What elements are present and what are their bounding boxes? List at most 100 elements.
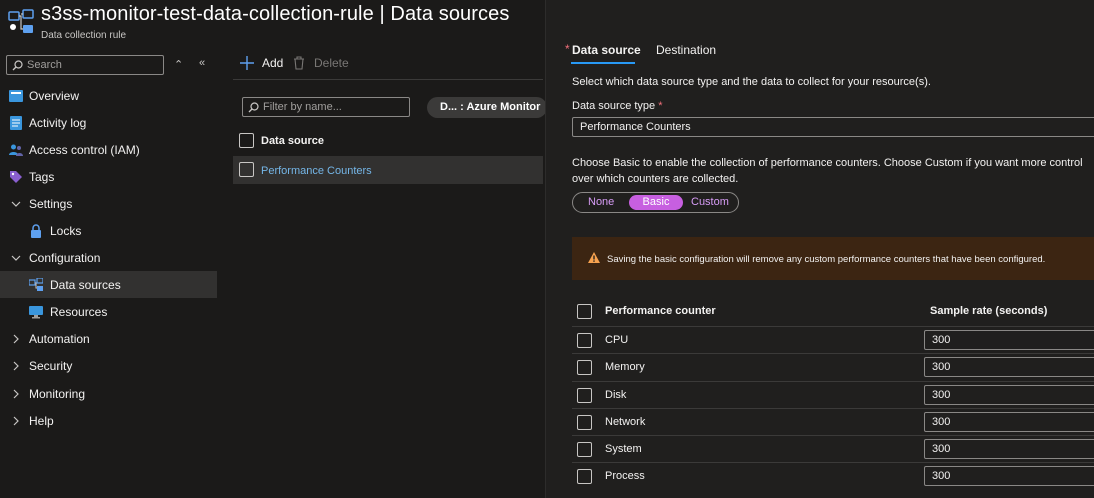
column-header-data-source: Data source	[261, 135, 324, 147]
warning-text: Saving the basic configuration will remo…	[607, 254, 1046, 265]
counter-name: Network	[605, 416, 646, 428]
sidebar-search-input[interactable]: Search	[6, 55, 164, 75]
filter-search-icon	[248, 102, 259, 113]
select-all-checkbox[interactable]	[239, 133, 254, 148]
table-row: Process 300	[572, 462, 1094, 489]
performance-counters-link[interactable]: Performance Counters	[261, 165, 372, 177]
sidebar-item-label: Data sources	[50, 277, 121, 292]
search-placeholder: Search	[27, 59, 62, 71]
sample-rate-input[interactable]: 300	[924, 357, 1094, 377]
toolbar-divider	[233, 79, 543, 80]
sidebar-item-iam[interactable]: Access control (IAM)	[0, 136, 217, 163]
sample-rate-input[interactable]: 300	[924, 412, 1094, 432]
sidebar-item-data-sources[interactable]: Data sources	[0, 271, 217, 298]
sidebar-item-resources[interactable]: Resources	[0, 298, 217, 325]
warning-banner: Saving the basic configuration will remo…	[572, 237, 1094, 280]
sidebar-item-label: Help	[29, 413, 54, 428]
tag-icon	[10, 170, 22, 183]
sidebar-item-overview[interactable]: Overview	[0, 82, 217, 109]
delete-label: Delete	[314, 56, 349, 70]
warning-icon	[588, 252, 600, 263]
required-marker: *	[565, 42, 570, 56]
collapse-up-button[interactable]: ⌃	[174, 58, 183, 71]
counter-name: System	[605, 443, 642, 455]
filter-placeholder: Filter by name...	[263, 101, 342, 113]
panel-description: Select which data source type and the da…	[572, 76, 931, 88]
data-sources-icon	[29, 277, 43, 291]
row-checkbox[interactable]	[577, 333, 592, 348]
sample-rate-input[interactable]: 300	[924, 385, 1094, 405]
table-row: CPU 300	[572, 326, 1094, 353]
sidebar: Search ⌃ « Overview Activity log Access …	[0, 50, 217, 498]
sidebar-item-automation[interactable]: Automation	[0, 325, 217, 352]
sidebar-item-label: Settings	[29, 196, 73, 211]
row-checkbox[interactable]	[577, 415, 592, 430]
sidebar-item-help[interactable]: Help	[0, 407, 217, 434]
column-header-sample-rate: Sample rate (seconds)	[930, 305, 1048, 317]
delete-button[interactable]: Delete	[293, 56, 349, 70]
sample-rate-input[interactable]: 300	[924, 439, 1094, 459]
trash-icon	[294, 56, 304, 70]
lock-icon	[31, 223, 41, 238]
chevron-right-icon	[13, 389, 19, 398]
sidebar-item-label: Locks	[50, 223, 82, 238]
data-source-panel: * Data source Destination Select which d…	[545, 0, 1094, 498]
sidebar-item-label: Tags	[29, 169, 55, 184]
option-custom[interactable]: Custom	[691, 196, 729, 208]
filter-input[interactable]: Filter by name...	[242, 97, 410, 117]
option-none[interactable]: None	[588, 196, 614, 208]
activity-log-icon	[10, 115, 22, 130]
counter-name: Memory	[605, 361, 645, 373]
select-all-counters-checkbox[interactable]	[577, 304, 592, 319]
data-source-type-select[interactable]: Performance Counters	[572, 117, 1094, 137]
sidebar-item-label: Access control (IAM)	[29, 142, 140, 157]
tab-destination[interactable]: Destination	[656, 43, 716, 57]
sample-rate-input[interactable]: 300	[924, 466, 1094, 486]
data-source-type-label: Data source type *	[572, 100, 663, 112]
chevron-right-icon	[13, 334, 19, 343]
chevron-down-icon	[11, 201, 21, 207]
sidebar-item-label: Activity log	[29, 115, 87, 130]
row-checkbox[interactable]	[239, 162, 254, 177]
collection-mode-toggle: None Basic Custom	[572, 192, 739, 213]
table-row: Memory 300	[572, 353, 1094, 380]
filter-pill[interactable]: D... : Azure Monitor	[427, 97, 547, 118]
sidebar-item-monitoring[interactable]: Monitoring	[0, 380, 217, 407]
table-row[interactable]: Performance Counters	[233, 156, 543, 184]
chevron-right-icon	[13, 416, 19, 425]
page-header: s3ss-monitor-test-data-collection-rule |…	[0, 0, 545, 48]
sidebar-item-label: Security	[29, 358, 73, 373]
chevron-right-icon	[13, 361, 19, 370]
overview-icon	[9, 89, 23, 102]
table-row: Network 300	[572, 408, 1094, 435]
counter-name: Process	[605, 470, 645, 482]
sidebar-item-label: Configuration	[29, 250, 101, 265]
people-icon	[9, 144, 23, 156]
sidebar-item-settings[interactable]: Settings	[0, 190, 217, 217]
row-checkbox[interactable]	[577, 442, 592, 457]
sidebar-item-label: Monitoring	[29, 386, 86, 401]
sidebar-item-locks[interactable]: Locks	[0, 217, 217, 244]
option-basic[interactable]: Basic	[629, 195, 683, 210]
row-checkbox[interactable]	[577, 469, 592, 484]
add-button[interactable]: Add	[240, 56, 283, 70]
row-checkbox[interactable]	[577, 388, 592, 403]
basic-custom-description: Choose Basic to enable the collection of…	[572, 157, 1083, 185]
tab-data-source[interactable]: Data source	[572, 43, 641, 57]
data-source-list: Add Delete Filter by name... D... : Azur…	[233, 50, 547, 498]
column-header-counter: Performance counter	[605, 305, 716, 317]
plus-icon	[240, 56, 254, 70]
data-collection-rule-icon	[8, 9, 34, 33]
page-title: s3ss-monitor-test-data-collection-rule |…	[41, 3, 510, 25]
sample-rate-input[interactable]: 300	[924, 330, 1094, 350]
collapse-menu-button[interactable]: «	[199, 57, 205, 69]
sidebar-item-configuration[interactable]: Configuration	[0, 244, 217, 271]
sidebar-item-security[interactable]: Security	[0, 352, 217, 379]
search-icon	[12, 60, 23, 71]
sidebar-item-label: Resources	[50, 304, 108, 319]
required-marker: *	[658, 100, 663, 112]
counter-name: CPU	[605, 334, 629, 346]
sidebar-item-activity-log[interactable]: Activity log	[0, 109, 217, 136]
row-checkbox[interactable]	[577, 360, 592, 375]
sidebar-item-tags[interactable]: Tags	[0, 163, 217, 190]
